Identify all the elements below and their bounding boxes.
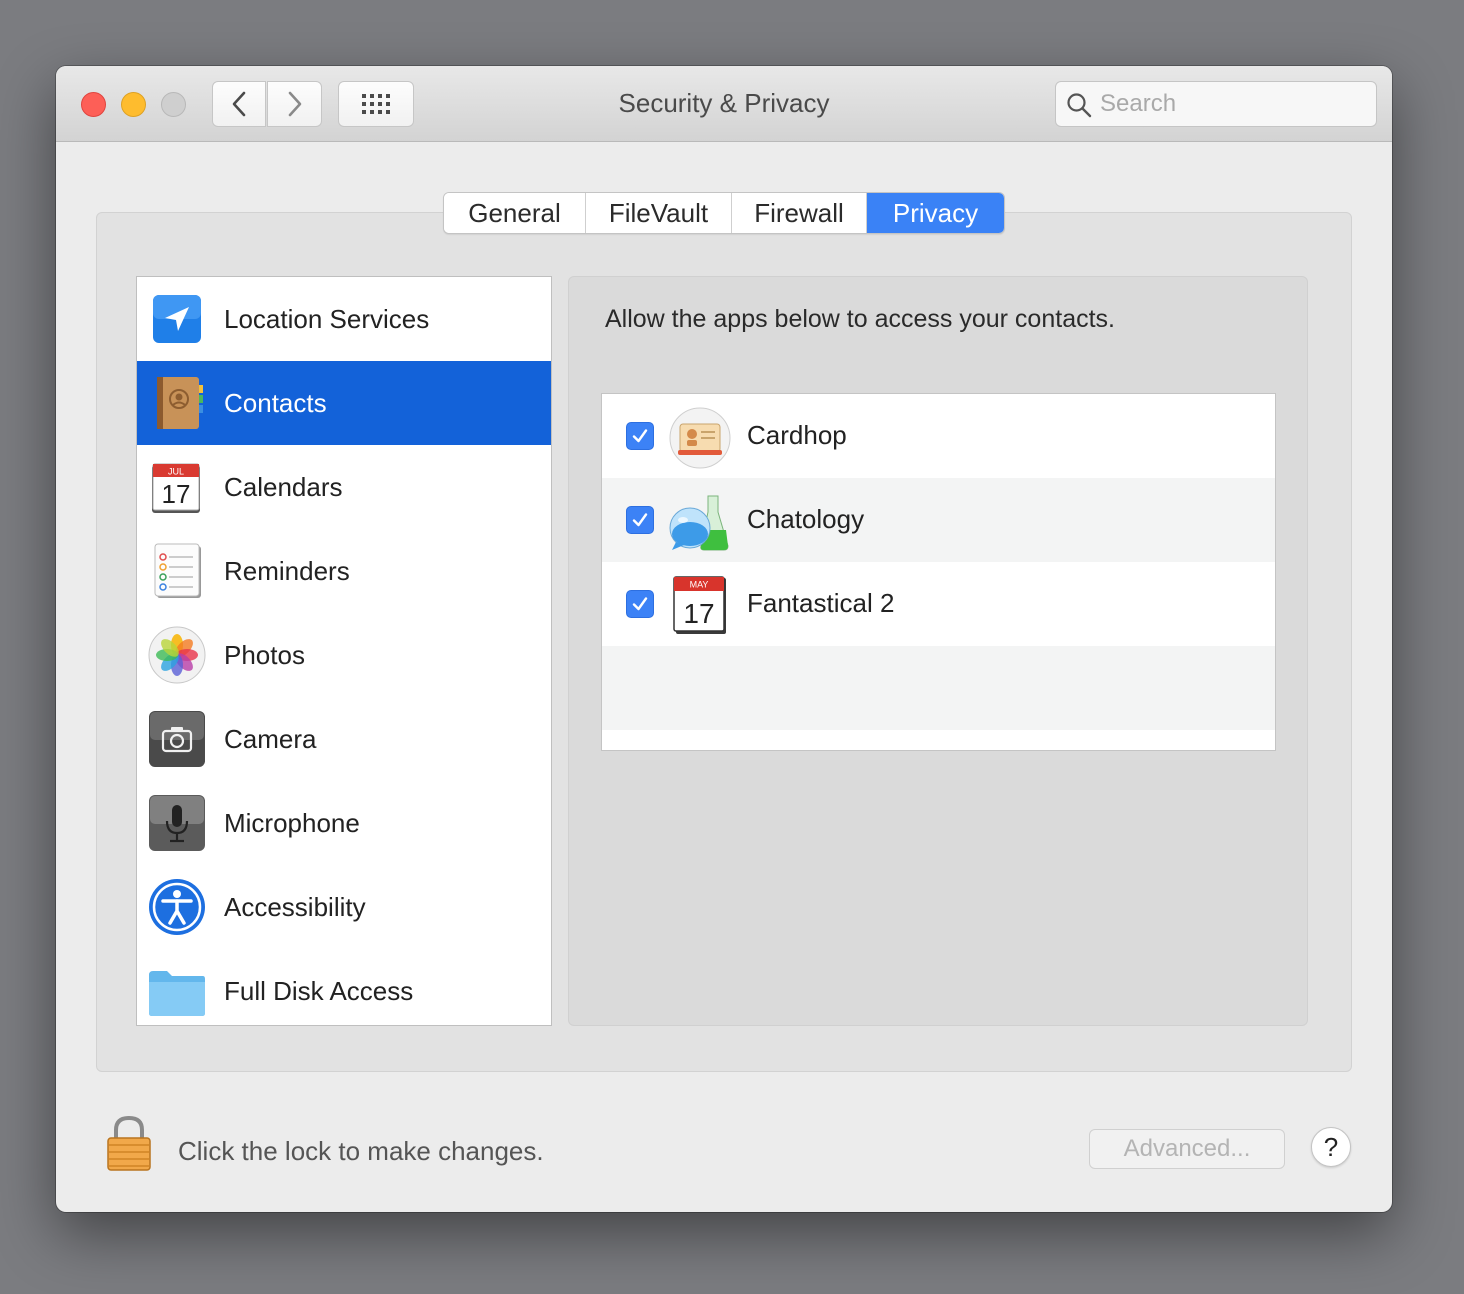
sidebar-item-full-disk-access[interactable]: Full Disk Access [137,949,551,1025]
show-all-grid-icon [362,94,390,114]
sidebar-item-microphone[interactable]: Microphone [137,781,551,865]
chevron-left-icon [232,91,246,117]
chevron-right-icon [288,91,301,117]
tab-bar: General FileVault Firewall Privacy [443,192,1005,234]
search-field[interactable] [1055,81,1377,127]
sidebar-item-accessibility[interactable]: Accessibility [137,865,551,949]
window-title: Security & Privacy [618,88,830,118]
sidebar-item-calendars[interactable]: JUL 17 Calendars [137,445,551,529]
tab-general[interactable]: General [444,193,586,233]
sidebar-item-label: Calendars [224,471,343,502]
sidebar-item-contacts[interactable]: Contacts [137,361,551,445]
sidebar-item-label: Photos [224,639,305,670]
svg-text:17: 17 [162,479,191,509]
location-arrow-icon [153,295,201,343]
checkmark-icon [632,429,648,443]
sidebar-item-label: Camera [224,723,317,754]
reminders-icon [154,543,201,598]
close-button[interactable] [81,92,106,117]
app-name: Chatology [747,504,865,534]
app-name: Cardhop [747,420,847,450]
cardhop-icon [669,407,731,469]
tab-firewall[interactable]: Firewall [732,193,867,233]
sidebar-item-label: Contacts [224,387,327,418]
checkmark-icon [632,513,648,527]
back-button[interactable] [212,81,266,127]
sidebar-item-label: Reminders [224,555,350,586]
search-input[interactable] [1100,88,1370,120]
sidebar-item-label: Accessibility [224,891,366,922]
tab-privacy[interactable]: Privacy [867,193,1004,233]
help-button[interactable]: ? [1311,1127,1351,1167]
minimize-button[interactable] [121,92,146,117]
folder-icon [149,971,205,1016]
list-item[interactable]: Chatology [602,478,1275,562]
app-name: Fantastical 2 [747,588,895,618]
pane-heading: Allow the apps below to access your cont… [605,305,1115,333]
sidebar-item-label: Location Services [224,303,430,334]
calendar-icon: JUL 17 [152,463,200,513]
zoom-button[interactable] [161,92,186,117]
fantastical-calendar-icon: MAY 17 [673,576,726,634]
forward-button[interactable] [267,81,322,127]
photos-flower-icon [148,626,206,684]
lock-message: Click the lock to make changes. [178,1136,544,1166]
contacts-book-icon [157,377,203,429]
app-list: Cardhop Chatology MAY 17 Fantastical 2 [601,393,1276,751]
sidebar-item-label: Full Disk Access [224,975,414,1006]
sidebar-item-photos[interactable]: Photos [137,613,551,697]
camera-icon [149,711,205,767]
lock-icon[interactable] [104,1114,154,1174]
app-checkbox[interactable] [626,422,654,450]
svg-text:JUL: JUL [168,467,184,477]
accessibility-icon [149,879,205,935]
app-checkbox[interactable] [626,590,654,618]
checkmark-icon [632,597,648,611]
svg-text:17: 17 [683,598,714,629]
microphone-icon [149,795,205,851]
svg-text:MAY: MAY [690,580,709,590]
sidebar-item-label: Microphone [224,807,360,838]
title-bar: Security & Privacy [56,66,1392,142]
search-icon [1067,93,1092,118]
advanced-button[interactable]: Advanced... [1089,1129,1285,1169]
show-all-button[interactable] [338,81,414,127]
list-item[interactable]: MAY 17 Fantastical 2 [602,562,1275,646]
list-item[interactable]: Cardhop [602,394,1275,478]
empty-row [602,646,1275,730]
privacy-category-list: Location Services Contacts JUL 17 Calend… [136,276,552,1026]
preferences-window: Security & Privacy General FileVault Fir… [56,66,1392,1212]
tab-filevault[interactable]: FileVault [586,193,732,233]
sidebar-item-camera[interactable]: Camera [137,697,551,781]
app-checkbox[interactable] [626,506,654,534]
permissions-pane: Allow the apps below to access your cont… [568,276,1308,1026]
sidebar-item-reminders[interactable]: Reminders [137,529,551,613]
sidebar-item-location-services[interactable]: Location Services [137,277,551,361]
chatology-flask-icon [669,495,729,551]
